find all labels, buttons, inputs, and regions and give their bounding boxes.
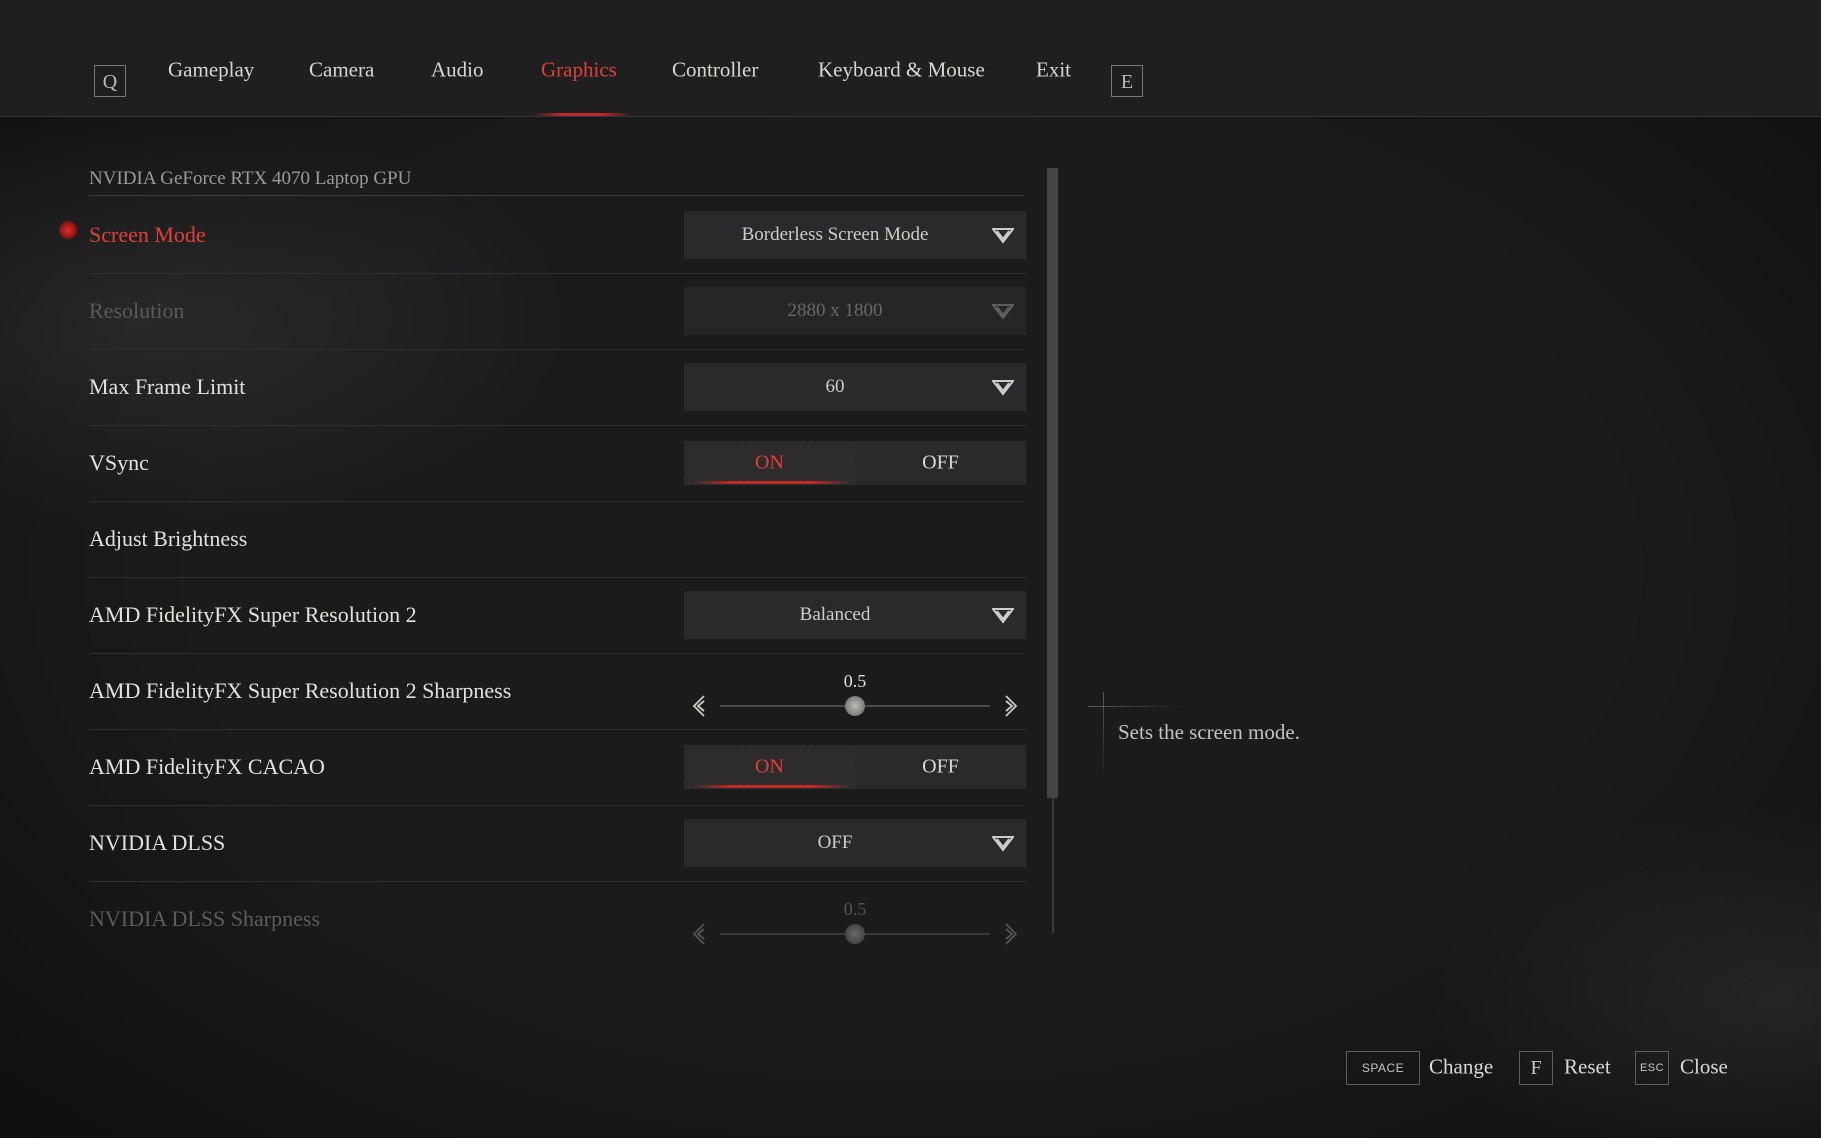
- esc-key[interactable]: ESC: [1635, 1051, 1669, 1085]
- setting-label: NVIDIA DLSS Sharpness: [89, 906, 320, 931]
- vsync-on-option[interactable]: ON: [684, 452, 855, 475]
- setting-label: Adjust Brightness: [89, 526, 248, 551]
- setting-cacao[interactable]: AMD FidelityFX CACAO ON OFF: [89, 729, 1026, 806]
- dlss-sharpness-slider: 0.5: [684, 881, 1026, 957]
- top-navigation: Q Gameplay Camera Audio Graphics Control…: [0, 0, 1821, 117]
- prev-tab-key[interactable]: Q: [94, 65, 126, 97]
- chevron-down-icon: [992, 228, 1014, 244]
- max-frame-limit-dropdown[interactable]: 60: [684, 363, 1026, 411]
- chevron-down-icon: [992, 608, 1014, 624]
- fsr2-sharpness-slider[interactable]: 0.5: [684, 653, 1026, 729]
- active-tab-underline: [532, 113, 632, 116]
- tab-controller[interactable]: Controller: [672, 58, 758, 83]
- gpu-divider: [89, 195, 1024, 196]
- fsr2-dropdown[interactable]: Balanced: [684, 591, 1026, 639]
- setting-label: Screen Mode: [89, 222, 206, 247]
- resolution-dropdown: 2880 x 1800: [684, 287, 1026, 335]
- gpu-name: NVIDIA GeForce RTX 4070 Laptop GPU: [89, 168, 412, 189]
- setting-dlss[interactable]: NVIDIA DLSS OFF: [89, 805, 1026, 882]
- tab-gameplay[interactable]: Gameplay: [168, 58, 254, 83]
- dropdown-value: 2880 x 1800: [787, 300, 883, 321]
- description-frame: [1103, 692, 1104, 782]
- setting-label: AMD FidelityFX Super Resolution 2: [89, 602, 417, 627]
- toggle-selected-underline: [692, 785, 852, 788]
- setting-label: VSync: [89, 450, 149, 475]
- setting-dlss-sharpness: NVIDIA DLSS Sharpness 0.5: [89, 881, 1026, 957]
- chevron-down-icon: [992, 380, 1014, 396]
- f-key[interactable]: F: [1519, 1051, 1553, 1085]
- slider-value: 0.5: [843, 671, 867, 691]
- setting-label: AMD FidelityFX Super Resolution 2 Sharpn…: [89, 678, 512, 703]
- arrow-right-icon[interactable]: [1004, 694, 1018, 718]
- tab-graphics[interactable]: Graphics: [541, 58, 617, 83]
- vsync-off-option[interactable]: OFF: [855, 452, 1026, 475]
- setting-fsr2-sharpness[interactable]: AMD FidelityFX Super Resolution 2 Sharpn…: [89, 653, 1026, 730]
- chevron-down-icon: [992, 836, 1014, 852]
- dropdown-value: OFF: [817, 832, 853, 853]
- dlss-dropdown[interactable]: OFF: [684, 819, 1026, 867]
- tab-keyboard-mouse[interactable]: Keyboard & Mouse: [818, 58, 985, 83]
- scrollbar-thumb[interactable]: [1047, 168, 1058, 798]
- tab-exit[interactable]: Exit: [1036, 58, 1071, 83]
- slider-knob: [845, 924, 865, 944]
- setting-label: Max Frame Limit: [89, 374, 246, 399]
- setting-adjust-brightness[interactable]: Adjust Brightness: [89, 501, 1026, 578]
- cacao-on-option[interactable]: ON: [684, 756, 855, 779]
- change-label[interactable]: Change: [1429, 1055, 1493, 1080]
- slider-knob[interactable]: [845, 696, 865, 716]
- setting-fsr2[interactable]: AMD FidelityFX Super Resolution 2 Balanc…: [89, 577, 1026, 654]
- chevron-down-icon: [992, 304, 1014, 320]
- tab-audio[interactable]: Audio: [431, 58, 484, 83]
- reset-label[interactable]: Reset: [1564, 1055, 1611, 1080]
- space-key[interactable]: SPACE: [1346, 1051, 1420, 1085]
- setting-max-frame-limit[interactable]: Max Frame Limit 60: [89, 349, 1026, 426]
- setting-label: NVIDIA DLSS: [89, 830, 226, 855]
- next-tab-key[interactable]: E: [1111, 65, 1143, 97]
- cacao-off-option[interactable]: OFF: [855, 756, 1026, 779]
- setting-vsync[interactable]: VSync ON OFF: [89, 425, 1026, 502]
- setting-resolution: Resolution 2880 x 1800: [89, 273, 1026, 350]
- selection-blood-icon: [59, 221, 77, 239]
- close-label[interactable]: Close: [1680, 1055, 1728, 1080]
- dropdown-value: 60: [825, 376, 845, 397]
- setting-screen-mode[interactable]: Screen Mode Borderless Screen Mode: [59, 197, 1026, 274]
- arrow-left-icon[interactable]: [692, 694, 706, 718]
- dropdown-value: Borderless Screen Mode: [741, 224, 929, 245]
- dropdown-value: Balanced: [799, 604, 871, 625]
- cacao-toggle[interactable]: ON OFF: [684, 745, 1026, 789]
- arrow-right-icon: [1005, 923, 1018, 945]
- setting-description: Sets the screen mode.: [1118, 720, 1300, 744]
- setting-label: AMD FidelityFX CACAO: [89, 754, 325, 779]
- slider-value: 0.5: [843, 899, 867, 919]
- screen-mode-dropdown[interactable]: Borderless Screen Mode: [684, 211, 1026, 259]
- arrow-left-icon: [692, 923, 705, 945]
- toggle-selected-underline: [692, 481, 852, 484]
- setting-label: Resolution: [89, 298, 185, 323]
- tab-camera[interactable]: Camera: [309, 58, 374, 83]
- vsync-toggle[interactable]: ON OFF: [684, 441, 1026, 485]
